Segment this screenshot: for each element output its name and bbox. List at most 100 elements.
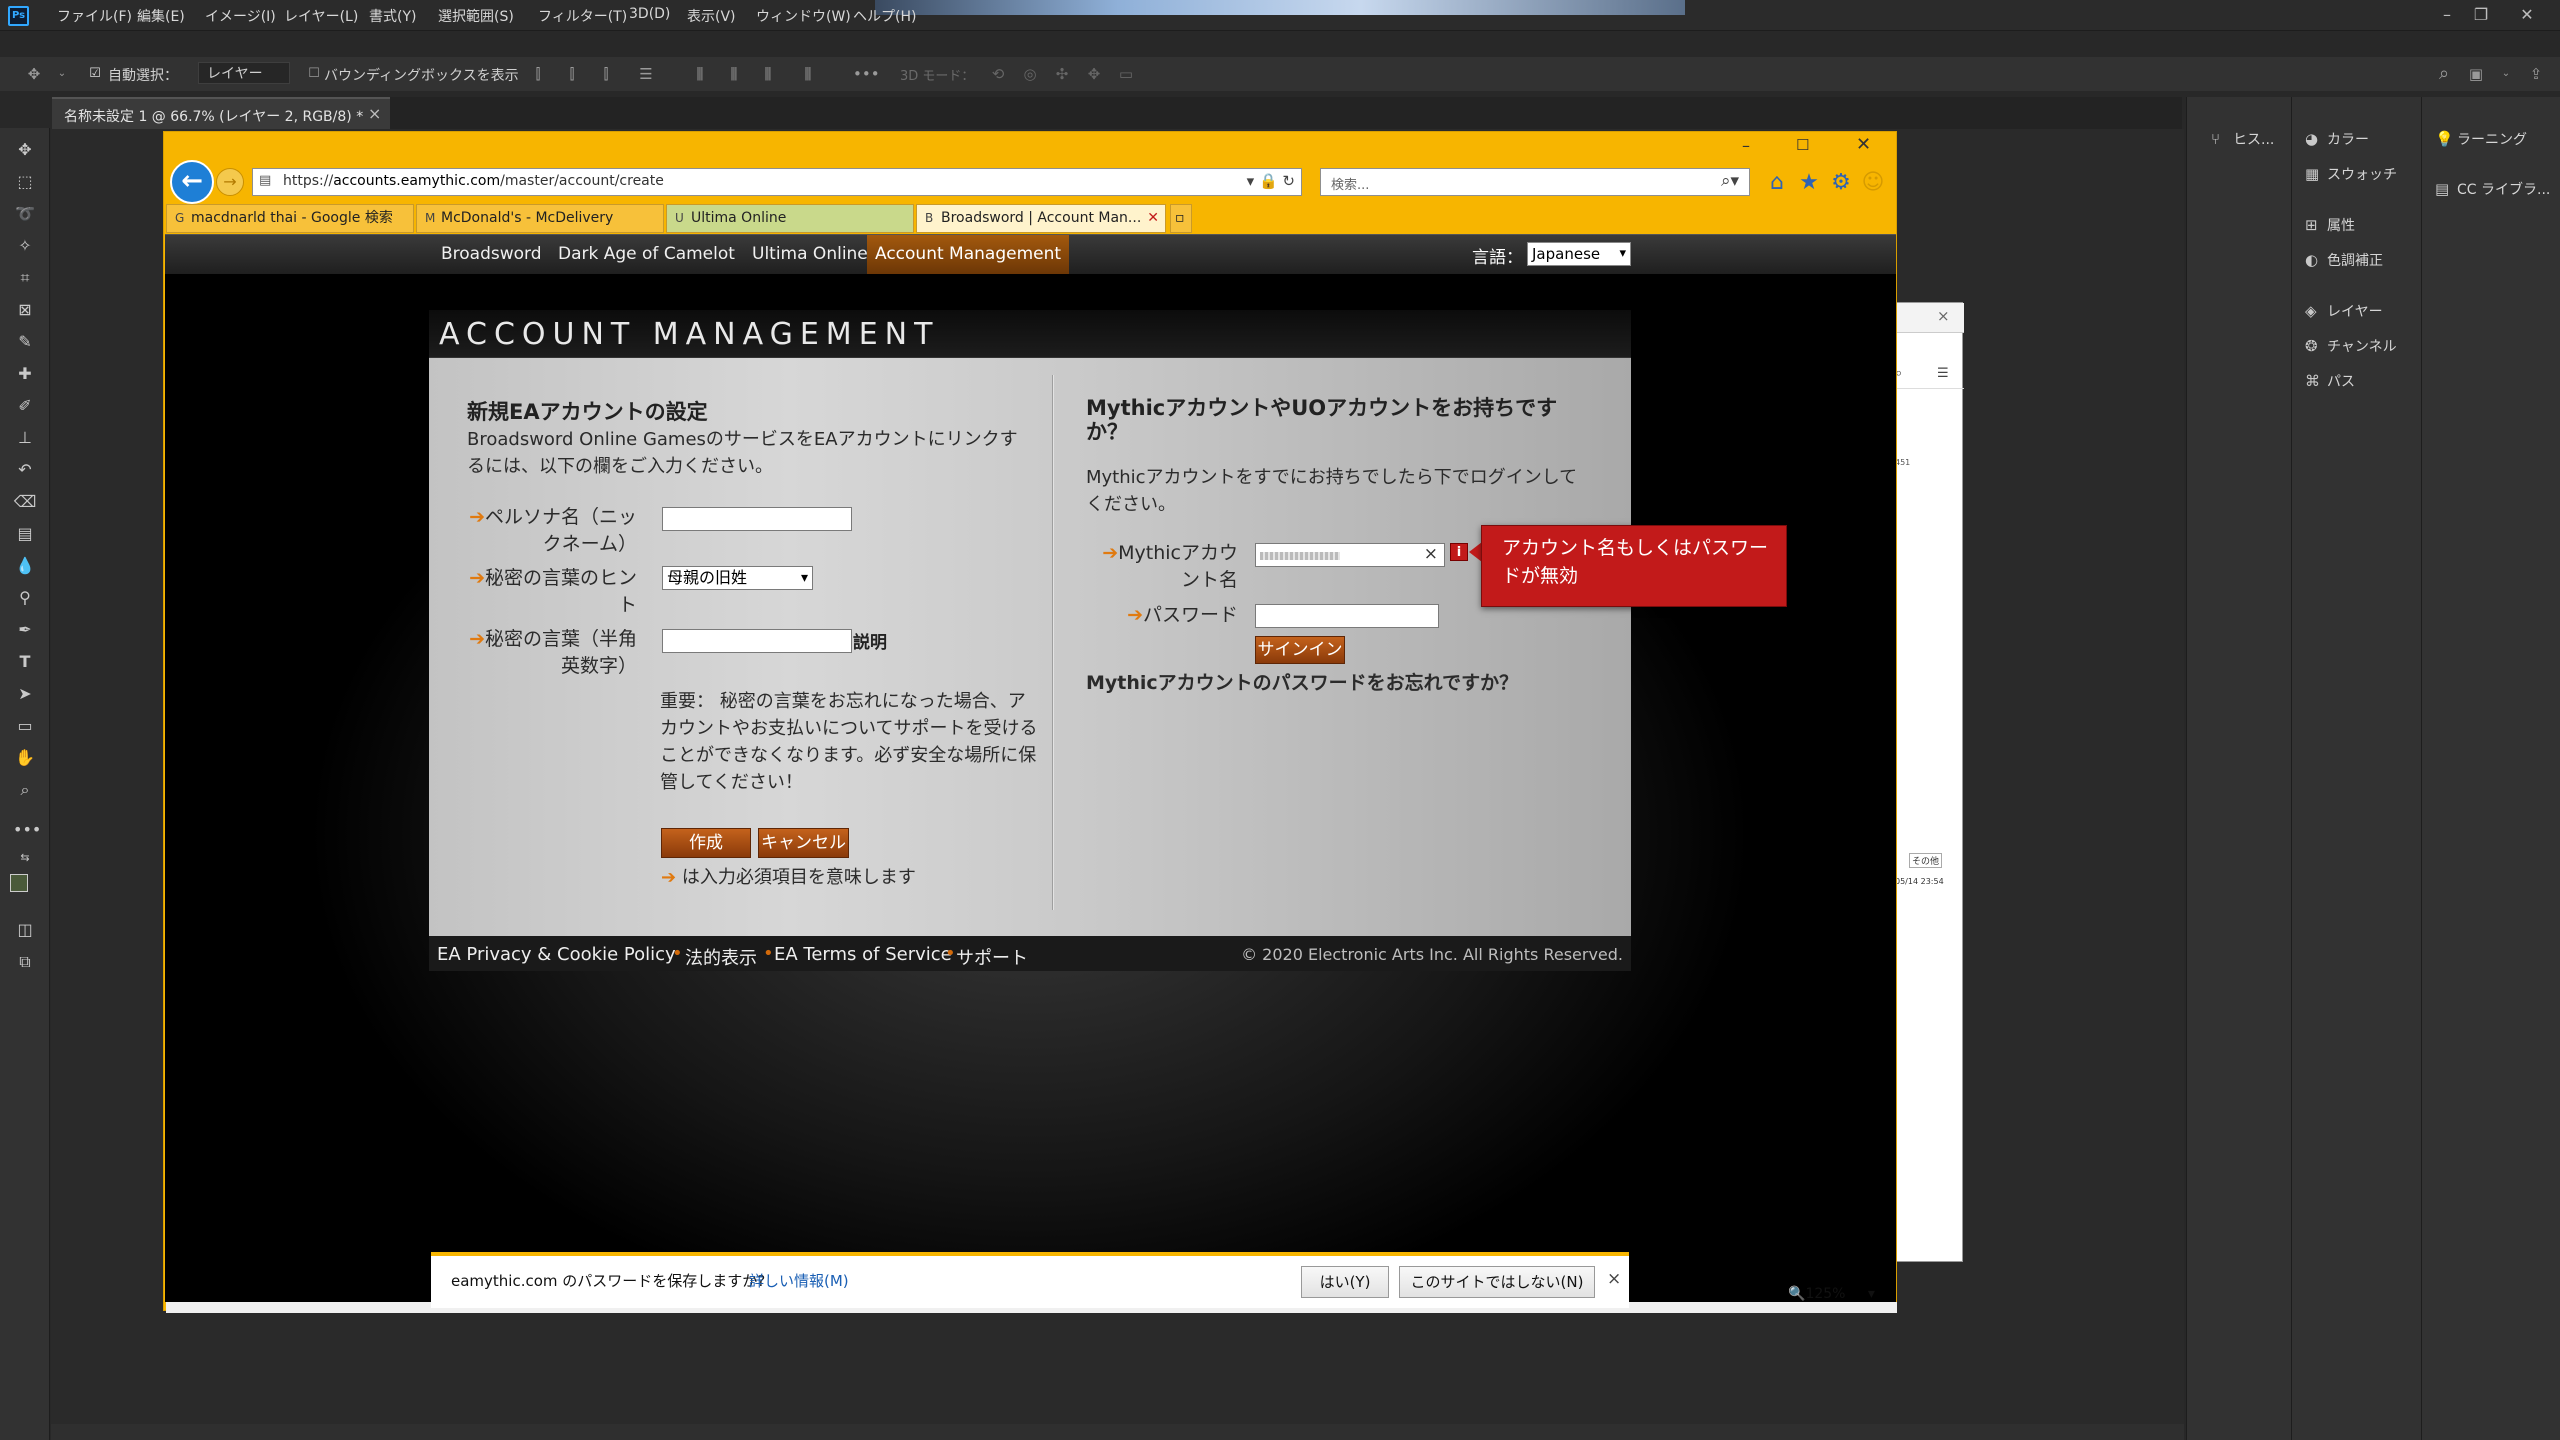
browser-tab[interactable]: Gmacdnarld thai - Google 検索 — [166, 204, 414, 233]
marquee-tool-icon[interactable]: ⬚ — [13, 170, 37, 194]
auto-select-checkbox[interactable]: ☑ — [85, 65, 105, 83]
signin-button[interactable]: サインイン — [1255, 636, 1345, 664]
search-icon[interactable]: ⌕▾ — [1721, 171, 1739, 191]
panel-cc-libraries[interactable]: ▤ CC ライブラ... — [2435, 179, 2550, 199]
menu-layer[interactable]: レイヤー(L) — [284, 6, 358, 26]
close-icon[interactable]: × — [1937, 307, 1950, 325]
nav-broadsword[interactable]: Broadsword — [433, 235, 550, 275]
more-info-link[interactable]: 詳しい情報(M) — [749, 1270, 849, 1291]
hand-tool-icon[interactable]: ✋ — [13, 746, 37, 770]
foreground-color-swatch[interactable] — [10, 874, 28, 892]
password-input[interactable] — [1255, 604, 1439, 628]
forgot-password-link[interactable]: Mythicアカウントのパスワードをお忘れですか？ — [1086, 668, 1518, 695]
screen-mode-icon[interactable]: ⧉ — [13, 950, 37, 974]
more-options-icon[interactable]: ••• — [853, 65, 880, 83]
zoom-tool-icon[interactable]: ⌕ — [13, 778, 37, 802]
panel-history[interactable]: ⑂ ヒス... — [2211, 129, 2274, 149]
panel-layers[interactable]: ◈ レイヤー — [2305, 301, 2383, 321]
3d-slide-icon[interactable]: ✥ — [1084, 65, 1104, 83]
panel-learn[interactable]: 💡 ラーニング — [2435, 129, 2527, 149]
healing-brush-tool-icon[interactable]: ✚ — [13, 362, 37, 386]
auto-select-dropdown[interactable]: レイヤー — [198, 62, 290, 84]
lasso-tool-icon[interactable]: ➰ — [13, 202, 37, 226]
new-tab-button[interactable]: ▫ — [1170, 204, 1192, 233]
menu-window[interactable]: ウィンドウ(W) — [756, 6, 851, 26]
nav-dark-age-of-camelot[interactable]: Dark Age of Camelot — [550, 235, 743, 275]
bbox-checkbox[interactable]: ☐ — [304, 65, 324, 83]
3d-video-icon[interactable]: ▭ — [1116, 65, 1136, 83]
home-icon[interactable]: ⌂ — [1764, 170, 1790, 196]
save-password-yes-button[interactable]: はい(Y) — [1301, 1266, 1389, 1298]
footer-terms-link[interactable]: EA Terms of Service — [774, 944, 952, 965]
3d-roll-icon[interactable]: ◎ — [1020, 65, 1040, 83]
distribute-icon[interactable]: ☰ — [636, 65, 656, 83]
rectangle-tool-icon[interactable]: ▭ — [13, 714, 37, 738]
footer-privacy-link[interactable]: EA Privacy & Cookie Policy — [437, 944, 676, 965]
magic-wand-tool-icon[interactable]: ✧ — [13, 234, 37, 258]
secret-input[interactable] — [662, 629, 852, 653]
language-select[interactable]: Japanese ▾ — [1527, 242, 1631, 266]
pen-tool-icon[interactable]: ✒ — [13, 618, 37, 642]
save-password-never-button[interactable]: このサイトではしない(N) — [1399, 1266, 1595, 1298]
move-tool-icon[interactable]: ✥ — [24, 65, 44, 83]
panel-color[interactable]: ◕ カラー — [2305, 129, 2369, 149]
minimize-icon[interactable]: – — [2432, 4, 2462, 26]
gradient-tool-icon[interactable]: ▤ — [13, 522, 37, 546]
dodge-tool-icon[interactable]: ⚲ — [13, 586, 37, 610]
hint-select[interactable]: 母親の旧姓 ▾ — [662, 566, 813, 590]
close-icon[interactable]: × — [1607, 1269, 1621, 1289]
close-icon[interactable]: ✕ — [2512, 4, 2542, 26]
panel-channels[interactable]: ❂ チャンネル — [2305, 336, 2397, 356]
clear-input-icon[interactable]: × — [1424, 544, 1438, 564]
zoom-level[interactable]: 🔍125% ▾ — [1788, 1286, 1875, 1302]
3d-rotate-icon[interactable]: ⟲ — [988, 65, 1008, 83]
panel-paths[interactable]: ⌘ パス — [2305, 371, 2355, 391]
history-brush-tool-icon[interactable]: ↶ — [13, 458, 37, 482]
more-tools-icon[interactable]: ••• — [13, 818, 41, 842]
move-tool-icon[interactable]: ✥ — [13, 138, 37, 162]
footer-legal-link[interactable]: 法的表示 — [685, 944, 757, 970]
menu-icon[interactable]: ☰ — [1937, 366, 1949, 381]
persona-input[interactable] — [662, 507, 852, 531]
footer-support-link[interactable]: サポート — [956, 944, 1028, 970]
align-right-icon[interactable]: ⫿ — [596, 65, 616, 83]
stamp-tool-icon[interactable]: ⊥ — [13, 426, 37, 450]
align-bottom-icon[interactable]: ⫼ — [758, 65, 778, 83]
align-top-icon[interactable]: ⫼ — [690, 65, 710, 83]
nav-ultima-online[interactable]: Ultima Online — [744, 235, 876, 275]
browser-tab-active[interactable]: B Broadsword | Account Man... ✕ — [916, 204, 1166, 233]
frame-tool-icon[interactable]: ⊠ — [13, 298, 37, 322]
eraser-tool-icon[interactable]: ⌫ — [13, 490, 37, 514]
close-icon[interactable]: × — [368, 104, 381, 123]
nav-account-management[interactable]: Account Management — [867, 235, 1070, 275]
address-bar[interactable]: ▤ https://accounts.eamythic.com/master/a… — [252, 168, 1302, 196]
browser-tab[interactable]: M McDonald's - McDelivery — [416, 204, 664, 233]
close-icon[interactable]: ✕ — [1856, 134, 1871, 155]
forward-button[interactable]: → — [216, 168, 244, 196]
quick-mask-icon[interactable]: ◫ — [13, 918, 37, 942]
align-middle-icon[interactable]: ⫼ — [724, 65, 744, 83]
distribute-vertical-icon[interactable]: ⫼ — [798, 65, 818, 83]
panel-adjustments[interactable]: ◐ 色調補正 — [2305, 250, 2383, 270]
align-left-icon[interactable]: ⫿ — [528, 65, 548, 83]
search-input[interactable]: 検索... ⌕▾ — [1320, 168, 1750, 196]
settings-gear-icon[interactable]: ⚙ — [1828, 170, 1854, 196]
background-window-dropdown[interactable]: その他 — [1909, 853, 1943, 868]
browser-tab[interactable]: U Ultima Online — [666, 204, 914, 233]
menu-edit[interactable]: 編集(E) — [137, 6, 185, 26]
menu-select[interactable]: 選択範囲(S) — [438, 6, 514, 26]
favorites-star-icon[interactable]: ★ — [1796, 170, 1822, 196]
cancel-button[interactable]: キャンセル — [758, 828, 849, 858]
menu-image[interactable]: イメージ(I) — [205, 6, 276, 26]
restore-icon[interactable]: ❐ — [2466, 4, 2496, 26]
maximize-icon[interactable]: ☐ — [1796, 136, 1809, 154]
chevron-down-icon[interactable]: ▾ — [1247, 172, 1255, 190]
smiley-feedback-icon[interactable]: ☺ — [1860, 170, 1886, 196]
workspace-icon[interactable]: ▣ — [2466, 65, 2486, 83]
panel-properties[interactable]: ⊞ 属性 — [2305, 215, 2355, 235]
back-button[interactable]: ← — [170, 160, 214, 204]
menu-file[interactable]: ファイル(F) — [57, 6, 132, 26]
account-name-input[interactable]: × — [1255, 543, 1445, 567]
chevron-down-icon[interactable]: ⌄ — [2496, 65, 2516, 83]
refresh-icon[interactable]: ↻ — [1282, 172, 1295, 190]
